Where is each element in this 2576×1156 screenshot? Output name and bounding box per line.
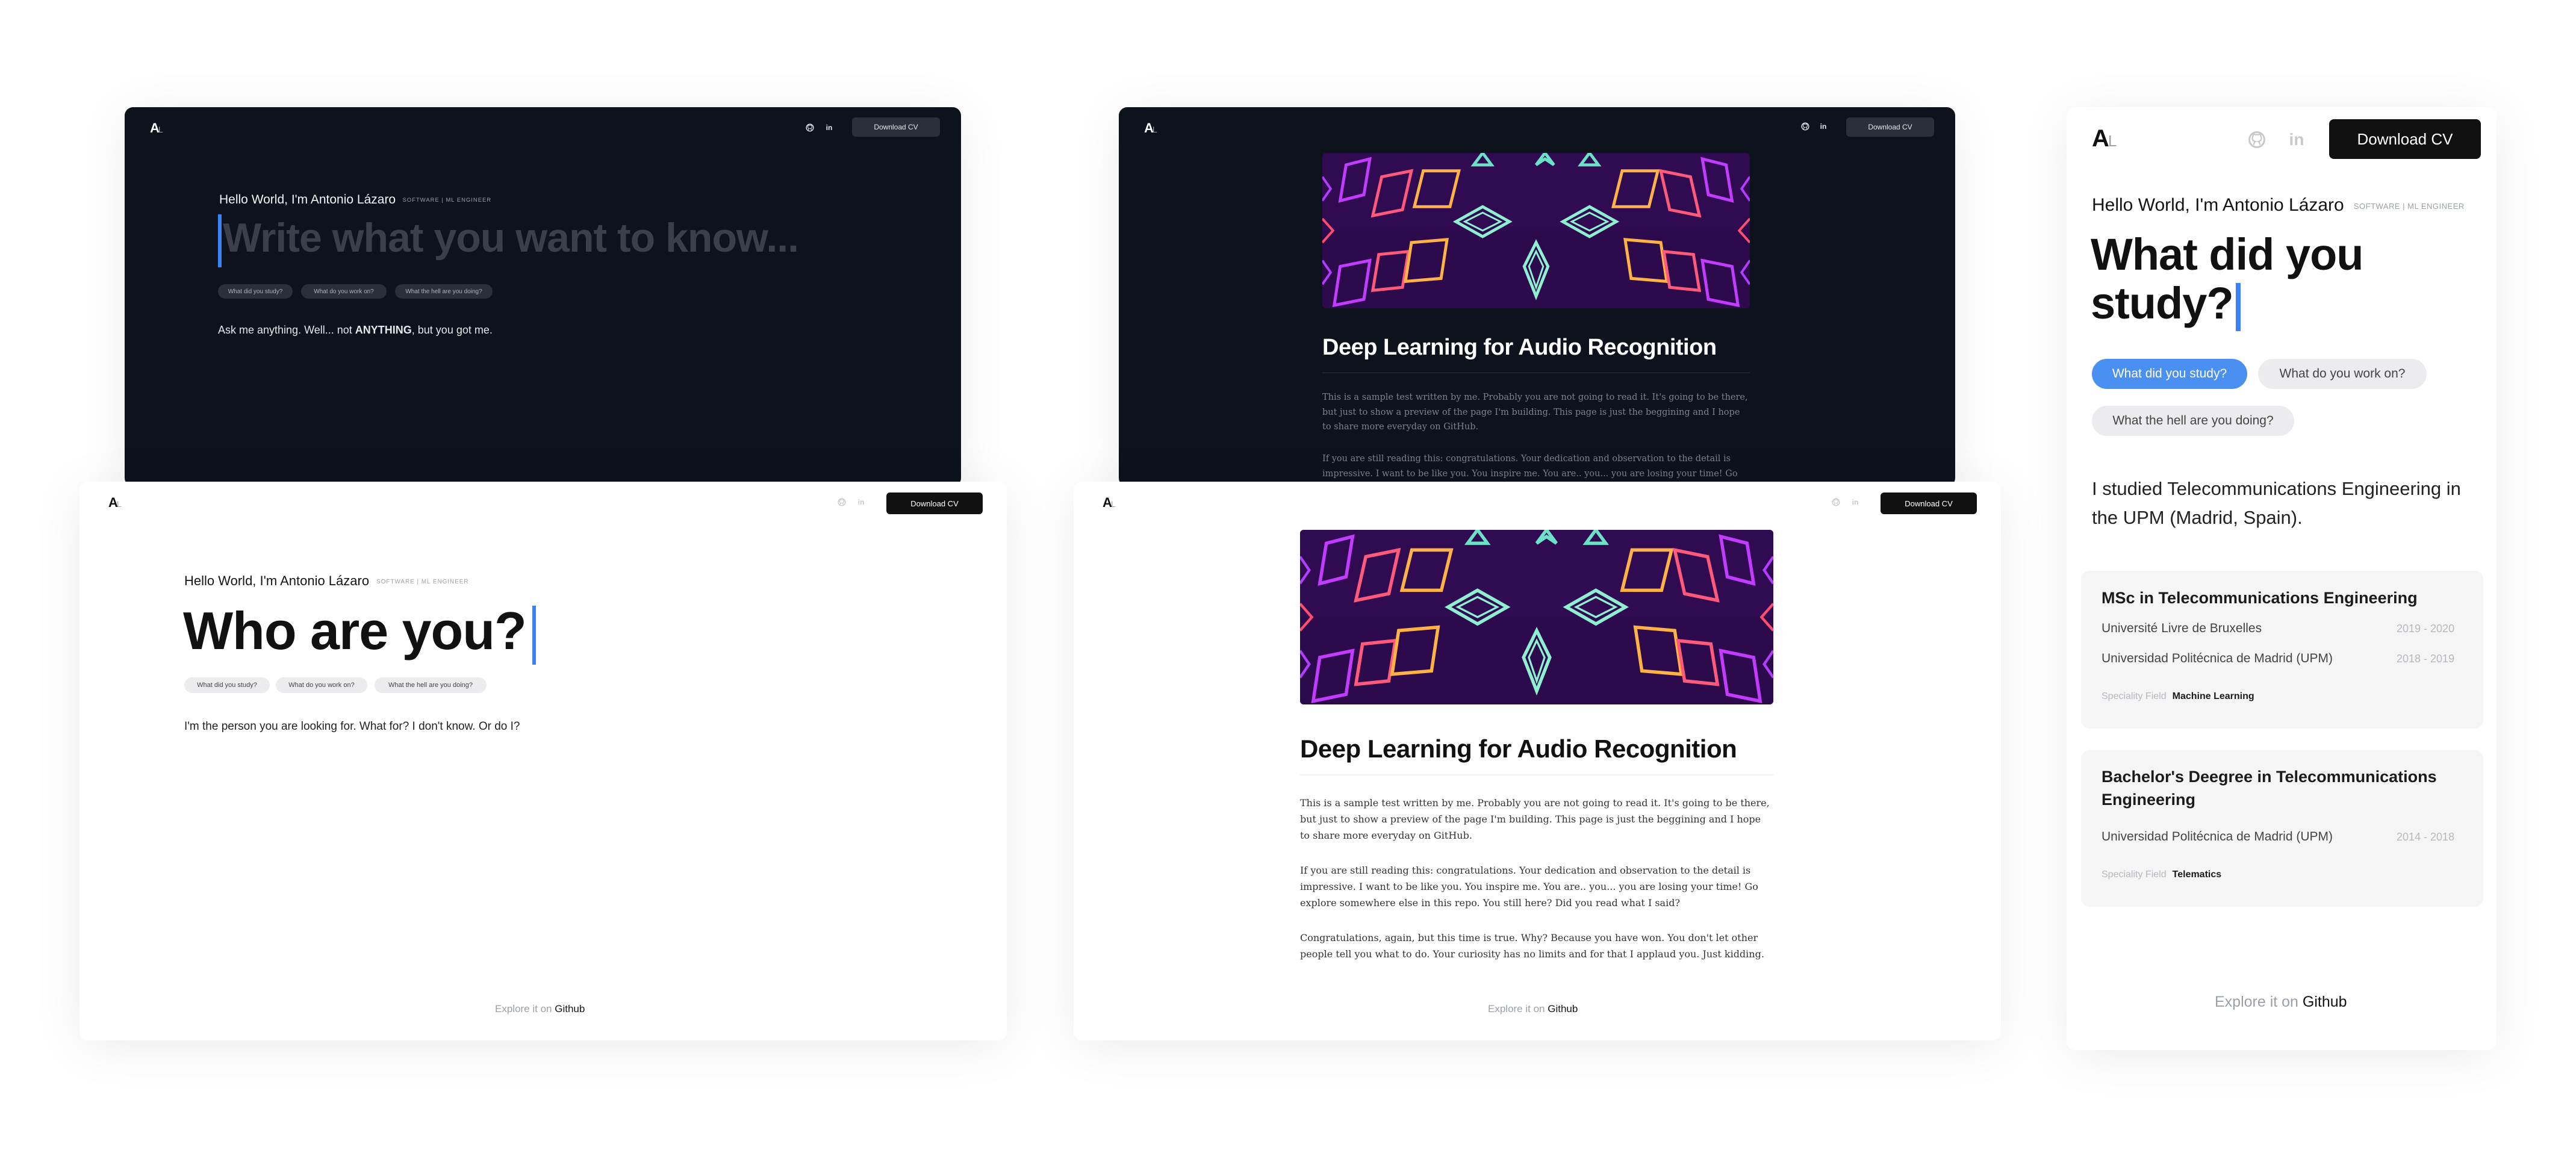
author-name: Antonio Lázaro bbox=[310, 193, 396, 207]
logo[interactable]: AL bbox=[1103, 495, 1116, 511]
github-link[interactable]: Github bbox=[1548, 1003, 1578, 1015]
article-paragraph: Congratulations, again, but this time is… bbox=[1300, 932, 1764, 960]
author-name: Antonio Lázaro bbox=[2222, 195, 2344, 215]
article-title: Deep Learning for Audio Recognition bbox=[1322, 335, 1717, 360]
speciality-field: Speciality Field Telematics bbox=[2102, 869, 2222, 880]
school-name: Université Livre de Bruxelles bbox=[2102, 621, 2262, 635]
linkedin-icon[interactable]: in bbox=[824, 123, 834, 132]
question-input[interactable]: What did you study? bbox=[2091, 230, 2363, 331]
question-input[interactable]: Who are you? bbox=[183, 601, 536, 665]
text-caret bbox=[532, 605, 536, 665]
education-card: Bachelor's Deegree in Telecommunications… bbox=[2081, 750, 2483, 907]
intro-line: Hello World, I'm Antonio Lázaro SOFTWARE… bbox=[184, 573, 469, 588]
article-paragraph: If you are still reading this: congratul… bbox=[1300, 865, 1758, 909]
suggestion-chip-study[interactable]: What did you study? bbox=[2092, 359, 2247, 389]
screen-light-home: AL in Download CV Hello World, I'm Anton… bbox=[79, 482, 1007, 1040]
article-banner-image bbox=[1322, 153, 1750, 308]
degree-title: Bachelor's Deegree in Telecommunications… bbox=[2102, 768, 2437, 809]
answer-text: I studied Telecommunications Engineering… bbox=[2092, 478, 2461, 529]
logo[interactable]: AL bbox=[150, 120, 163, 136]
suggestion-chip-study[interactable]: What did you study? bbox=[218, 284, 293, 299]
answer-text: I'm the person you are looking for. What… bbox=[184, 720, 520, 733]
degree-title: MSc in Telecommunications Engineering bbox=[2102, 589, 2418, 607]
github-icon[interactable] bbox=[837, 497, 847, 507]
school-years: 2019 - 2020 bbox=[2397, 623, 2455, 635]
suggestion-chip-work[interactable]: What do you work on? bbox=[2258, 359, 2427, 389]
download-cv-button[interactable]: Download CV bbox=[2329, 119, 2481, 159]
question-input[interactable]: Write what you want to know... bbox=[218, 214, 799, 267]
github-link[interactable]: Github bbox=[2303, 993, 2347, 1010]
github-icon[interactable] bbox=[805, 123, 815, 132]
article-banner-image bbox=[1300, 530, 1773, 704]
intro-line: Hello World, I'm Antonio Lázaro SOFTWARE… bbox=[219, 193, 492, 207]
answer-text: Ask me anything. Well... not ANYTHING, b… bbox=[218, 324, 493, 336]
download-cv-button[interactable]: Download CV bbox=[886, 493, 983, 514]
text-caret bbox=[218, 214, 222, 267]
suggestion-chip-work[interactable]: What do you work on? bbox=[276, 677, 367, 693]
github-icon[interactable] bbox=[2246, 129, 2268, 151]
suggestion-chip-doing[interactable]: What the hell are you doing? bbox=[375, 677, 487, 693]
screen-dark-article: AL in Download CV Deep Learning for Audi… bbox=[1119, 107, 1955, 486]
school-years: 2018 - 2019 bbox=[2397, 653, 2455, 665]
suggestion-chip-study[interactable]: What did you study? bbox=[184, 677, 270, 693]
linkedin-icon[interactable]: in bbox=[856, 497, 866, 507]
screen-dark-home: AL in Download CV Hello World, I'm Anton… bbox=[125, 107, 961, 486]
article-title: Deep Learning for Audio Recognition bbox=[1300, 735, 1737, 763]
download-cv-button[interactable]: Download CV bbox=[1846, 117, 1934, 137]
title-divider bbox=[1300, 774, 1773, 775]
author-role: SOFTWARE | ML ENGINEER bbox=[402, 196, 492, 204]
footer: Explore it on Github bbox=[2215, 993, 2347, 1010]
education-card: MSc in Telecommunications Engineering Un… bbox=[2081, 571, 2483, 729]
school-years: 2014 - 2018 bbox=[2397, 831, 2455, 843]
suggestion-chip-doing[interactable]: What the hell are you doing? bbox=[395, 284, 493, 299]
screen-light-article: AL in Download CV Deep Learning for Audi… bbox=[1074, 482, 2001, 1040]
screen-mobile-study: AL in Download CV Hello World, I'm Anton… bbox=[2067, 107, 2497, 1050]
github-icon[interactable] bbox=[1831, 497, 1841, 507]
author-role: SOFTWARE | ML ENGINEER bbox=[376, 578, 469, 585]
github-link[interactable]: Github bbox=[555, 1003, 585, 1015]
download-cv-button[interactable]: Download CV bbox=[852, 117, 940, 137]
author-name: Antonio Lázaro bbox=[280, 573, 370, 588]
linkedin-icon[interactable]: in bbox=[1818, 122, 1828, 131]
linkedin-icon[interactable]: in bbox=[2286, 129, 2307, 151]
article-paragraph: This is a sample test written by me. Pro… bbox=[1300, 797, 1770, 842]
suggestion-chip-work[interactable]: What do you work on? bbox=[301, 284, 387, 299]
title-divider bbox=[1322, 372, 1750, 373]
author-role: SOFTWARE | ML ENGINEER bbox=[2353, 201, 2465, 211]
linkedin-icon[interactable]: in bbox=[1850, 497, 1860, 507]
text-caret bbox=[2235, 282, 2241, 331]
school-name: Universidad Politécnica de Madrid (UPM) bbox=[2102, 651, 2333, 665]
suggestion-chip-doing[interactable]: What the hell are you doing? bbox=[2092, 406, 2294, 436]
intro-line: Hello World, I'm Antonio Lázaro SOFTWARE… bbox=[2092, 195, 2465, 215]
footer: Explore it on Github bbox=[495, 1003, 585, 1015]
article-paragraph: This is a sample test written by me. Pro… bbox=[1322, 393, 1748, 432]
github-icon[interactable] bbox=[1800, 122, 1810, 131]
logo[interactable]: AL bbox=[2092, 125, 2117, 152]
speciality-field: Speciality Field Machine Learning bbox=[2102, 691, 2254, 701]
logo[interactable]: AL bbox=[108, 495, 122, 511]
footer: Explore it on Github bbox=[1488, 1003, 1578, 1015]
school-name: Universidad Politécnica de Madrid (UPM) bbox=[2102, 830, 2333, 844]
download-cv-button[interactable]: Download CV bbox=[1881, 493, 1977, 514]
logo[interactable]: AL bbox=[1144, 120, 1157, 136]
